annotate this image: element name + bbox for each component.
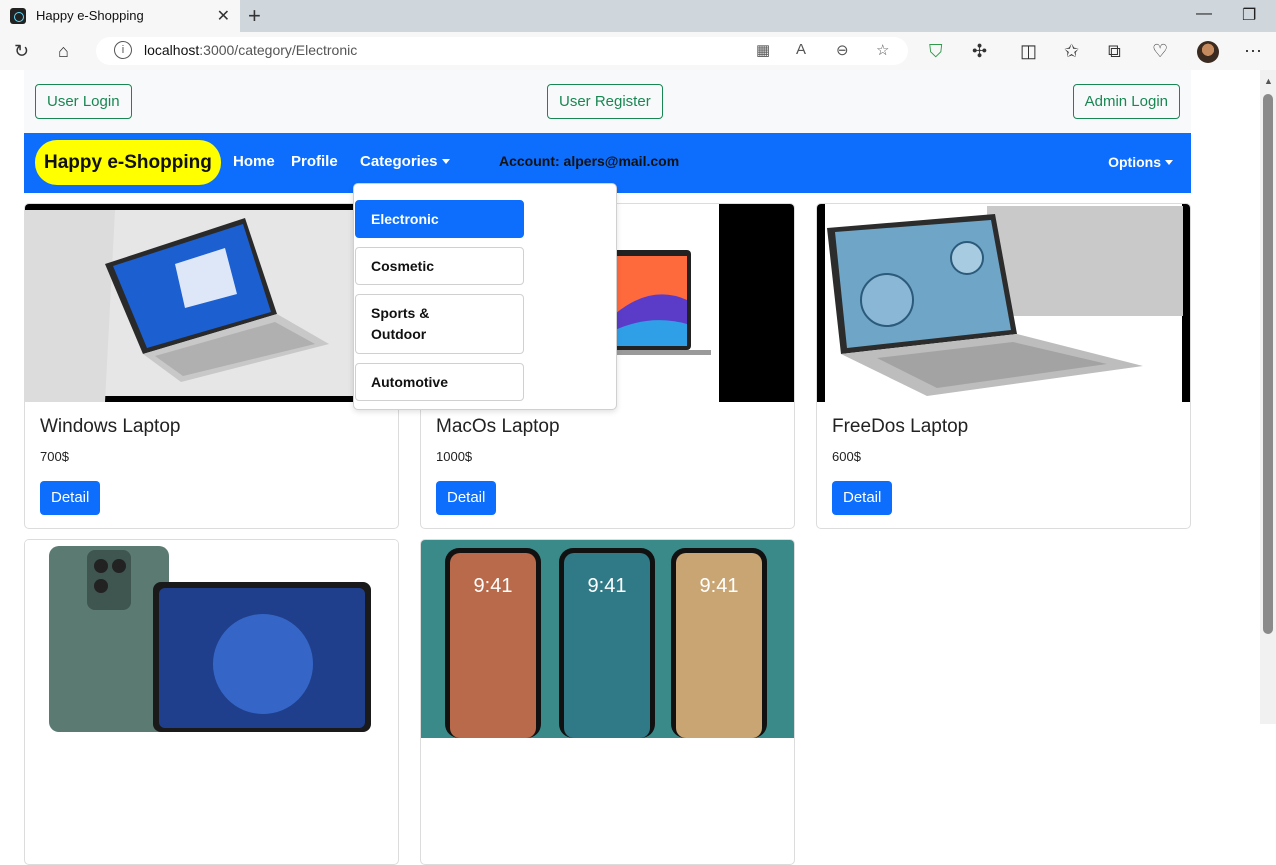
shield-icon[interactable]: ⛉ [929,41,943,62]
product-price: 600$ [832,449,861,464]
browser-toolbar: ↻ ⌂ i localhost:3000/category/Electronic… [0,32,1276,71]
phone-image [25,540,398,738]
address-bar[interactable]: i localhost:3000/category/Electronic ▦ A… [96,37,908,65]
nav-options[interactable]: Options [1108,154,1173,170]
collections-icon[interactable]: ⧉ [1108,41,1121,62]
product-name[interactable]: Windows Laptop [40,416,180,438]
scrollbar-thumb[interactable] [1263,94,1273,634]
favorite-icon[interactable]: ☆ [876,41,889,59]
iphone-image: 9:41 9:41 9:41 [421,540,794,738]
refresh-icon[interactable]: ↻ [14,41,29,62]
svg-text:9:41: 9:41 [700,575,739,597]
url-text: localhost:3000/category/Electronic [144,42,358,58]
product-name[interactable]: FreeDos Laptop [832,416,968,438]
browser-tab[interactable]: Happy e-Shopping ✕ [0,0,240,32]
favorites-icon[interactable]: ✩ [1064,41,1079,62]
caret-down-icon [1165,160,1173,165]
more-icon[interactable]: ⋯ [1244,41,1262,62]
react-icon [10,8,26,24]
product-card: 9:41 9:41 9:41 [420,539,795,865]
product-card: FreeDos Laptop 600$ Detail [816,203,1191,529]
dropdown-item-electronic[interactable]: Electronic [355,200,524,238]
page: User Login User Register Admin Login Hap… [0,70,1260,865]
detail-button[interactable]: Detail [436,481,497,515]
caret-down-icon [441,159,450,164]
product-card [24,539,399,865]
page-scrollbar[interactable]: ▲ [1260,70,1276,724]
svg-text:9:41: 9:41 [474,575,513,597]
detail-button[interactable]: Detail [832,481,893,515]
zoom-icon[interactable]: ⊖ [836,41,849,59]
nav-categories-label: Categories [360,153,438,170]
nav-profile[interactable]: Profile [291,153,338,170]
dropdown-item-automotive[interactable]: Automotive [355,363,524,401]
categories-dropdown: Electronic Cosmetic Sports & Outdoor Aut… [353,183,617,410]
admin-login-button[interactable]: Admin Login [1072,84,1180,119]
restore-icon[interactable]: ❐ [1242,5,1256,25]
svg-text:9:41: 9:41 [588,575,627,597]
user-register-button[interactable]: User Register [547,84,663,119]
info-icon[interactable]: i [114,41,132,59]
product-name[interactable]: MacOs Laptop [436,416,560,438]
nav-categories[interactable]: Categories [360,153,450,170]
dropdown-item-label: Sports & Outdoor [371,305,430,342]
tab-title: Happy e-Shopping [36,8,144,23]
dropdown-item-sports-outdoor[interactable]: Sports & Outdoor [355,294,524,354]
performance-icon[interactable]: ♡ [1152,41,1168,62]
nav-options-label: Options [1108,154,1161,170]
freedos-laptop-image [817,204,1190,402]
browser-tabbar: Happy e-Shopping ✕ + — ❐ [0,0,1276,32]
product-price: 1000$ [436,449,473,464]
home-icon[interactable]: ⌂ [58,41,69,62]
split-screen-icon[interactable]: ◫ [1020,41,1037,62]
main-container: User Login User Register Admin Login Hap… [24,70,1191,865]
minimize-icon[interactable]: — [1196,5,1212,23]
windows-laptop-image [25,204,398,402]
brand-logo[interactable]: Happy e-Shopping [35,140,221,185]
extensions-icon[interactable]: ✣ [972,41,987,62]
detail-button[interactable]: Detail [40,481,101,515]
read-aloud-icon[interactable]: A [796,41,806,58]
apps-icon[interactable]: ▦ [756,41,770,59]
new-tab-icon[interactable]: + [248,3,261,29]
product-card: Windows Laptop 700$ Detail [24,203,399,529]
nav-home[interactable]: Home [233,153,275,170]
account-email: Account: alpers@mail.com [499,153,680,169]
dropdown-item-cosmetic[interactable]: Cosmetic [355,247,524,285]
profile-avatar[interactable] [1197,41,1219,63]
user-login-button[interactable]: User Login [35,84,132,119]
close-tab-icon[interactable]: ✕ [217,6,230,26]
auth-buttons-bar: User Login User Register Admin Login [24,70,1191,133]
product-price: 700$ [40,449,69,464]
scroll-up-icon[interactable]: ▲ [1264,76,1273,86]
